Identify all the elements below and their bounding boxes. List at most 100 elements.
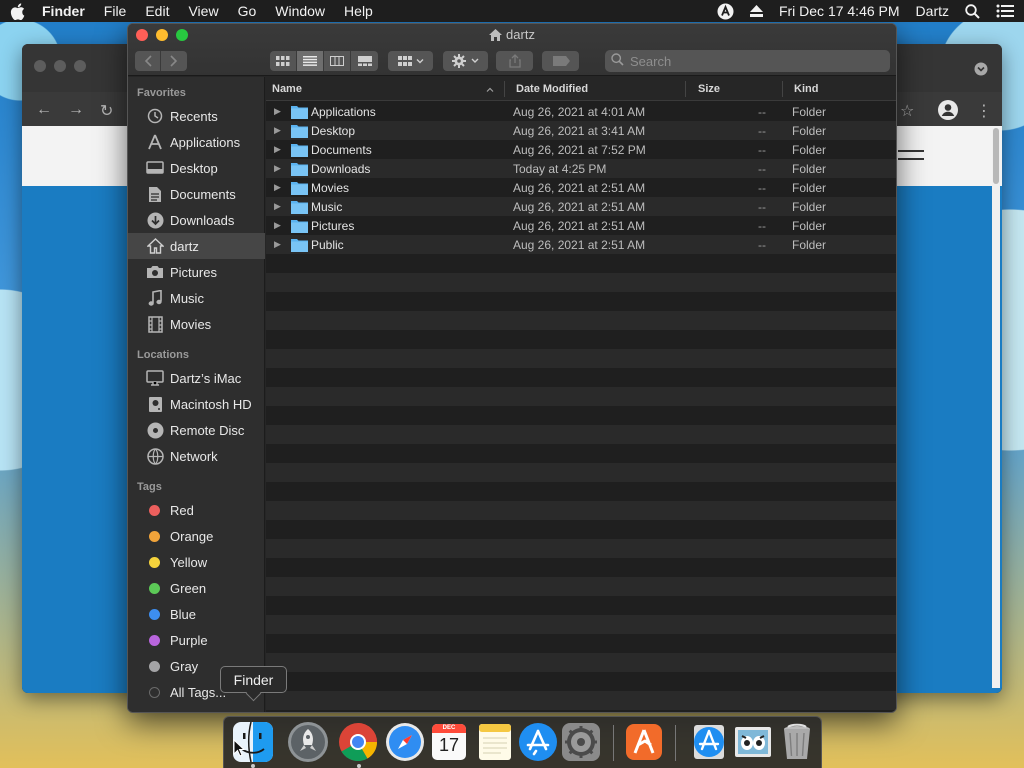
accessibility-status-icon[interactable] xyxy=(717,3,734,20)
sidebar-item-movies[interactable]: Movies xyxy=(128,311,265,337)
file-row-downloads[interactable]: ▶ Downloads Today at 4:25 PM -- Folder xyxy=(266,159,896,178)
file-row-applications[interactable]: ▶ Applications Aug 26, 2021 at 4:01 AM -… xyxy=(266,102,896,121)
sidebar-item-music[interactable]: Music xyxy=(128,285,265,311)
disclosure-triangle-icon[interactable]: ▶ xyxy=(274,102,281,121)
menu-help[interactable]: Help xyxy=(344,3,373,19)
sidebar-item-dartz[interactable]: dartz xyxy=(128,233,265,259)
chrome-icon[interactable] xyxy=(337,721,379,763)
sidebar-item-recents[interactable]: Recents xyxy=(128,103,265,129)
sidebar-tag-blue[interactable]: Blue xyxy=(128,601,265,627)
file-kind: Folder xyxy=(792,104,827,119)
disclosure-triangle-icon[interactable]: ▶ xyxy=(274,235,281,254)
calendar-icon[interactable]: DEC 17 xyxy=(428,721,470,763)
browser-forward-icon[interactable]: → xyxy=(68,101,84,119)
forward-button[interactable] xyxy=(161,51,187,71)
disclosure-triangle-icon[interactable]: ▶ xyxy=(274,197,281,216)
column-header-size[interactable]: Size xyxy=(698,77,720,101)
trash-icon[interactable] xyxy=(776,721,818,763)
sidebar-item-pictures[interactable]: Pictures xyxy=(128,259,265,285)
sidebar-tag-red[interactable]: Red xyxy=(128,497,265,523)
preview-stack-icon[interactable] xyxy=(732,721,774,763)
menu-go[interactable]: Go xyxy=(238,3,257,19)
sidebar-item-remote-disc[interactable]: Remote Disc xyxy=(128,417,265,443)
sidebar-item-applications[interactable]: Applications xyxy=(128,129,265,155)
launchpad-icon[interactable] xyxy=(287,721,329,763)
browser-menu-icon[interactable]: ⋮ xyxy=(976,101,992,121)
disclosure-triangle-icon[interactable]: ▶ xyxy=(274,178,281,197)
file-row-movies[interactable]: ▶ Movies Aug 26, 2021 at 2:51 AM -- Fold… xyxy=(266,178,896,197)
edit-tags-button[interactable] xyxy=(542,51,579,71)
file-row-music[interactable]: ▶ Music Aug 26, 2021 at 2:51 AM -- Folde… xyxy=(266,197,896,216)
folder-icon xyxy=(291,159,308,178)
column-header-date[interactable]: Date Modified xyxy=(516,77,588,101)
group-by-button[interactable] xyxy=(388,51,433,71)
sidebar-item-downloads[interactable]: Downloads xyxy=(128,207,265,233)
profile-avatar-icon[interactable] xyxy=(938,100,958,123)
menu-view[interactable]: View xyxy=(188,3,218,19)
disclosure-triangle-icon[interactable]: ▶ xyxy=(274,140,281,159)
system-preferences-icon[interactable] xyxy=(560,721,602,763)
file-row-desktop[interactable]: ▶ Desktop Aug 26, 2021 at 3:41 AM -- Fol… xyxy=(266,121,896,140)
sidebar-item-macintosh-hd[interactable]: Macintosh HD xyxy=(128,391,265,417)
browser-reload-icon[interactable]: ↻ xyxy=(100,101,113,121)
sidebar-item-label: Green xyxy=(170,580,207,596)
file-row-public[interactable]: ▶ Public Aug 26, 2021 at 2:51 AM -- Fold… xyxy=(266,235,896,254)
browser-scroll-thumb[interactable] xyxy=(993,128,999,184)
downloads-stack-icon[interactable] xyxy=(688,721,730,763)
file-row-documents[interactable]: ▶ Documents Aug 26, 2021 at 7:52 PM -- F… xyxy=(266,140,896,159)
safari-icon[interactable] xyxy=(384,721,426,763)
browser-tab-search-icon[interactable] xyxy=(974,62,988,79)
disclosure-triangle-icon[interactable]: ▶ xyxy=(274,159,281,178)
browser-window-controls[interactable] xyxy=(34,60,86,72)
sidebar-tag-purple[interactable]: Purple xyxy=(128,627,265,653)
disclosure-triangle-icon[interactable]: ▶ xyxy=(274,216,281,235)
sidebar-tag-green[interactable]: Green xyxy=(128,575,265,601)
folder-icon xyxy=(291,121,308,140)
search-input[interactable] xyxy=(630,53,870,69)
menu-window[interactable]: Window xyxy=(275,3,325,19)
file-size: -- xyxy=(758,237,766,252)
apple-menu-icon[interactable] xyxy=(10,2,28,20)
file-size: -- xyxy=(758,142,766,157)
webpage-hamburger-icon[interactable] xyxy=(898,150,924,160)
menu-app-name[interactable]: Finder xyxy=(42,3,85,19)
eject-icon[interactable] xyxy=(749,5,763,17)
list-header: Name Date Modified Size Kind xyxy=(266,77,896,101)
menu-bar: Finder File Edit View Go Window Help Fri… xyxy=(0,0,1024,22)
search-field[interactable] xyxy=(605,50,890,72)
back-button[interactable] xyxy=(135,51,162,71)
app-store-icon[interactable] xyxy=(517,721,559,763)
column-header-name[interactable]: Name xyxy=(272,77,302,101)
folder-icon xyxy=(291,140,308,159)
sidebar-item-imac[interactable]: Dartz’s iMac xyxy=(128,365,265,391)
notes-icon[interactable] xyxy=(474,721,516,763)
column-header-kind[interactable]: Kind xyxy=(794,77,818,101)
sidebar-tag-orange[interactable]: Orange xyxy=(128,523,265,549)
gallery-view-button[interactable] xyxy=(351,51,378,71)
home-folder-icon xyxy=(489,29,503,44)
sidebar-tag-yellow[interactable]: Yellow xyxy=(128,549,265,575)
menu-clock[interactable]: Fri Dec 17 4:46 PM xyxy=(779,3,900,19)
menu-edit[interactable]: Edit xyxy=(145,3,169,19)
share-button[interactable] xyxy=(496,51,533,71)
list-view-button[interactable] xyxy=(297,51,324,71)
notification-center-icon[interactable] xyxy=(996,4,1014,18)
file-row-pictures[interactable]: ▶ Pictures Aug 26, 2021 at 2:51 AM -- Fo… xyxy=(266,216,896,235)
icon-view-button[interactable] xyxy=(270,51,297,71)
file-kind: Folder xyxy=(792,142,827,157)
browser-scrollbar[interactable] xyxy=(992,128,1000,688)
app-icon[interactable] xyxy=(623,721,665,763)
spotlight-search-icon[interactable] xyxy=(965,3,980,19)
action-gear-button[interactable] xyxy=(443,51,488,71)
disclosure-triangle-icon[interactable]: ▶ xyxy=(274,121,281,140)
bookmark-star-icon[interactable]: ☆ xyxy=(900,101,914,121)
browser-back-icon[interactable]: ← xyxy=(36,101,52,119)
sidebar-item-network[interactable]: Network xyxy=(128,443,265,469)
sidebar-item-desktop[interactable]: Desktop xyxy=(128,155,265,181)
menu-file[interactable]: File xyxy=(104,3,127,19)
sort-ascending-icon[interactable] xyxy=(486,77,494,101)
sidebar-item-label: Remote Disc xyxy=(170,422,245,438)
menu-user[interactable]: Dartz xyxy=(916,3,949,19)
column-view-button[interactable] xyxy=(324,51,351,71)
sidebar-item-documents[interactable]: Documents xyxy=(128,181,265,207)
